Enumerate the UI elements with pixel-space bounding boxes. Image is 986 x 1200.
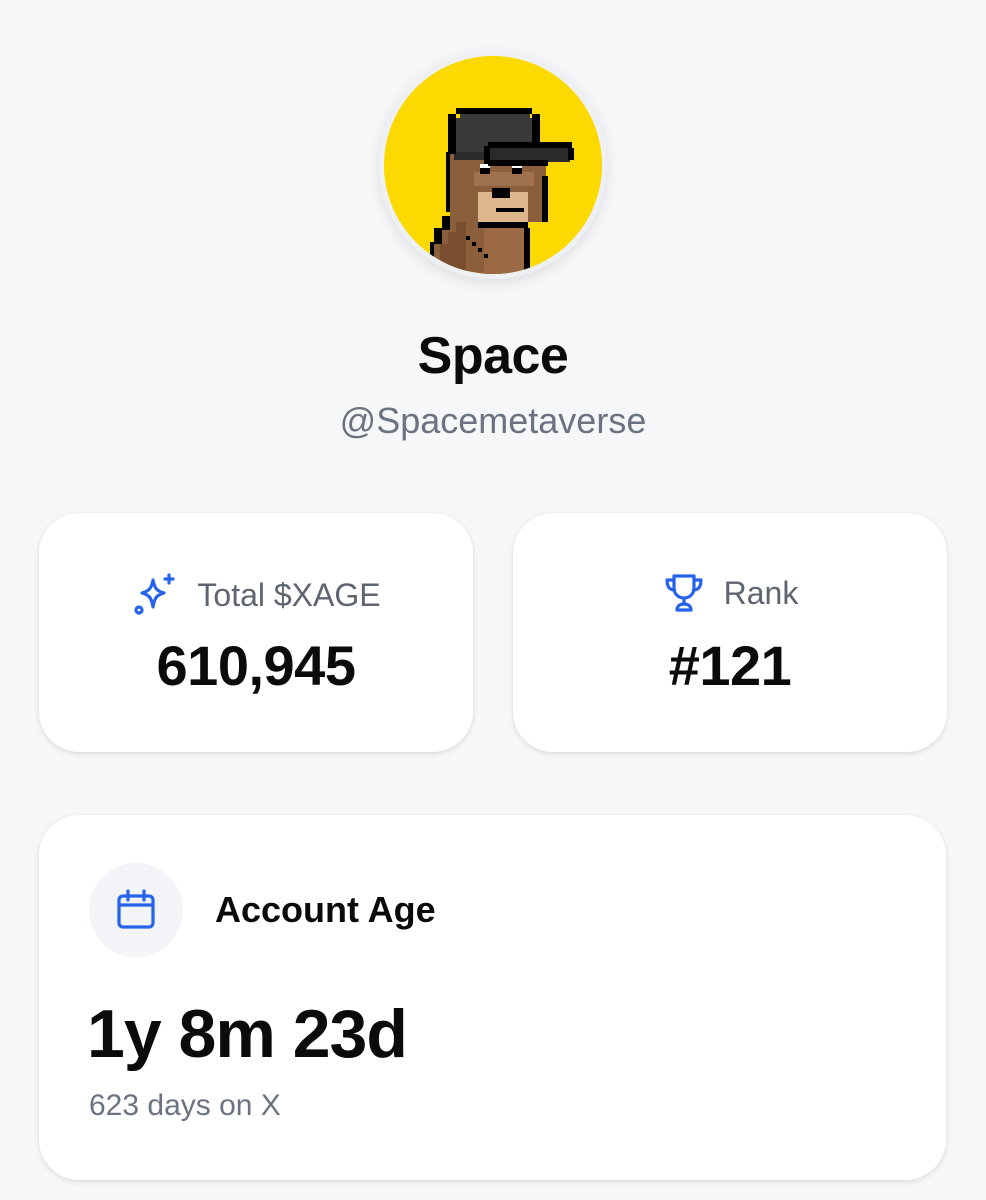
account-age-card[interactable]: Account Age 1y 8m 23d 623 days on X (39, 815, 946, 1180)
sparkles-icon (134, 573, 175, 615)
rank-label: Rank (723, 574, 799, 611)
pixel-bear-avatar-icon (430, 108, 574, 274)
rank-card[interactable]: Rank #121 (513, 513, 947, 752)
account-age-title: Account Age (215, 889, 436, 930)
profile-name: Space (417, 327, 569, 385)
profile-page: Space @Spacemetaverse Total $XAGE 610,94… (0, 0, 986, 1200)
account-age-value: 1y 8m 23d (87, 996, 408, 1072)
calendar-icon-badge (89, 863, 183, 957)
total-xage-value: 610,945 (156, 634, 356, 697)
rank-header: Rank (513, 571, 947, 615)
total-xage-label: Total $XAGE (197, 576, 381, 613)
avatar-frame (379, 51, 607, 279)
total-xage-card[interactable]: Total $XAGE 610,945 (39, 513, 473, 752)
profile-handle[interactable]: @Spacemetaverse (0, 400, 986, 442)
rank-value: #121 (668, 634, 792, 697)
calendar-icon (117, 889, 155, 929)
trophy-icon (665, 574, 703, 612)
total-xage-header: Total $XAGE (39, 571, 473, 619)
account-age-days: 623 days on X (89, 1089, 281, 1122)
avatar[interactable] (384, 56, 602, 274)
